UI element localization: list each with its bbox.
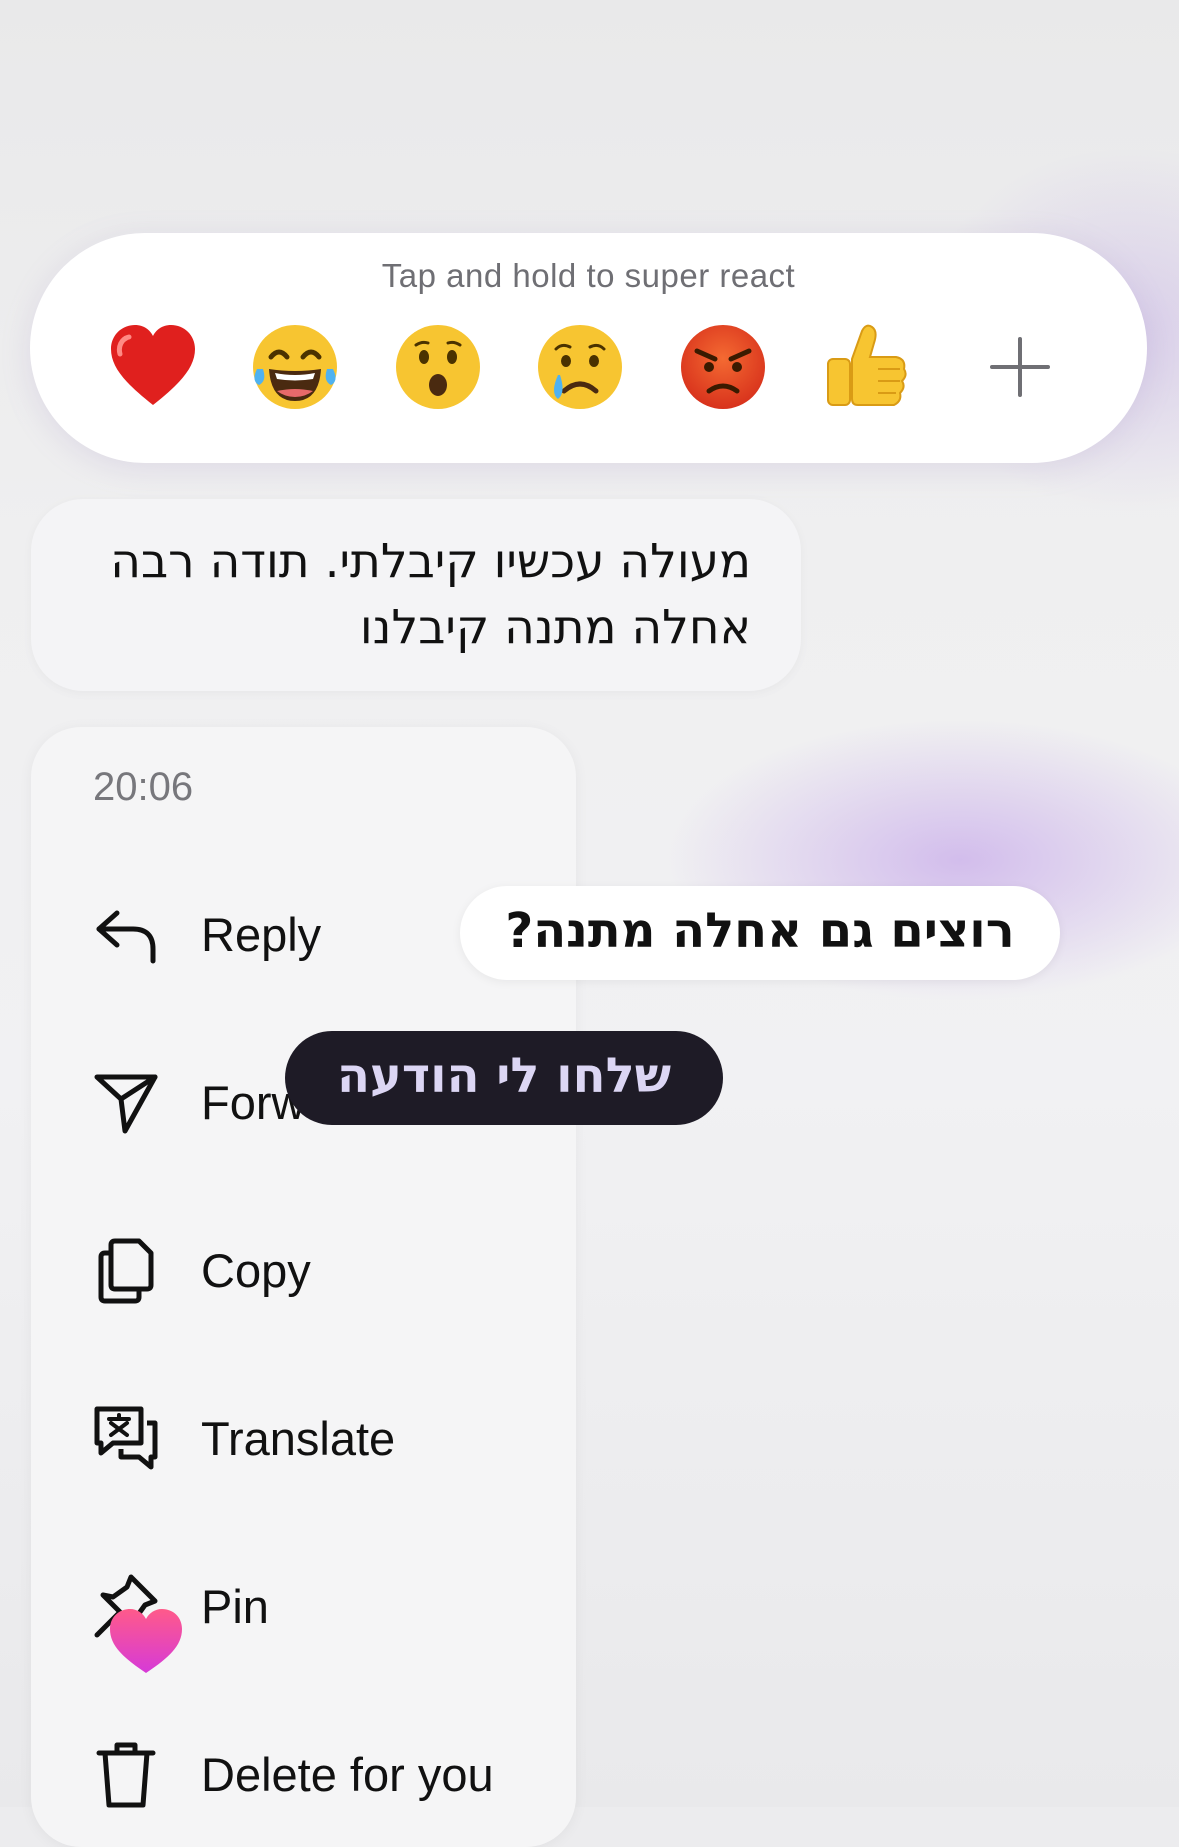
- reaction-hint: Tap and hold to super react: [381, 257, 796, 294]
- crying-face-emoji[interactable]: [532, 319, 628, 415]
- menu-item-label: Delete for you: [201, 1748, 494, 1801]
- tears-of-joy-emoji[interactable]: [247, 319, 343, 415]
- reaction-bar: Tap and hold to super react: [30, 233, 1147, 463]
- question-text: רוצים גם אחלה מתנה?: [505, 903, 1015, 959]
- message-text: מעולה עכשיו קיבלתי. תודה רבה אחלה מתנה ק…: [110, 529, 751, 661]
- copy-icon: [98, 1238, 154, 1304]
- message-line: מעולה עכשיו קיבלתי. תודה רבה: [110, 534, 751, 589]
- message-line: אחלה מתנה קיבלנו: [359, 600, 751, 655]
- question-sticker: רוצים גם אחלה מתנה?: [460, 886, 1060, 980]
- thumbs-up-emoji[interactable]: [818, 319, 914, 415]
- menu-item-label: Pin: [201, 1580, 269, 1633]
- cta-text: שלחו לי הודעה: [336, 1048, 672, 1104]
- message-bubble[interactable]: מעולה עכשיו קיבלתי. תודה רבה אחלה מתנה ק…: [31, 499, 801, 691]
- menu-item-translate[interactable]: Translate: [31, 1381, 576, 1491]
- menu-item-delete[interactable]: Delete for you: [31, 1717, 576, 1827]
- pink-heart-sticker: [110, 1609, 182, 1673]
- message-timestamp: 20:06: [93, 765, 194, 809]
- menu-item-label: Copy: [201, 1244, 311, 1297]
- trash-icon: [96, 1742, 156, 1808]
- angry-face-emoji[interactable]: [675, 319, 771, 415]
- menu-item-label: Translate: [201, 1412, 396, 1465]
- cta-sticker[interactable]: שלחו לי הודעה: [285, 1031, 723, 1125]
- translate-icon: [94, 1406, 158, 1470]
- red-heart-emoji[interactable]: [105, 319, 201, 415]
- surprised-face-emoji[interactable]: [390, 319, 486, 415]
- reply-arrow-icon: [96, 910, 156, 964]
- menu-item-label: Reply: [201, 908, 322, 961]
- plus-icon[interactable]: [982, 329, 1058, 405]
- paper-plane-icon: [94, 1074, 158, 1134]
- menu-item-copy[interactable]: Copy: [31, 1213, 576, 1323]
